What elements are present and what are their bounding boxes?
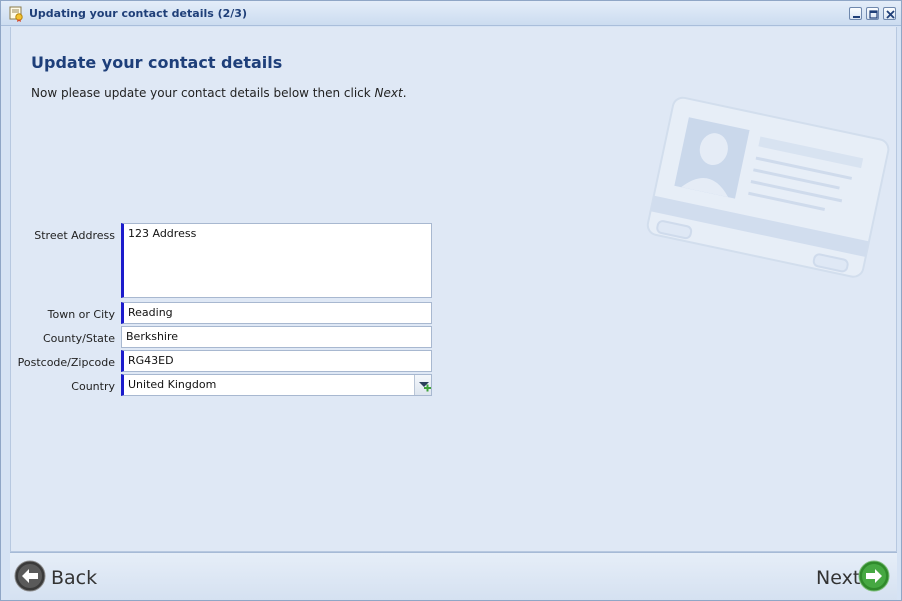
contact-card-illustration: [646, 96, 890, 278]
wizard-content: Update your contact details Now please u…: [10, 27, 897, 552]
country-dropdown-button[interactable]: [414, 375, 431, 395]
instruction-suffix: .: [402, 86, 407, 100]
title-bar[interactable]: Updating your contact details (2/3): [1, 1, 901, 26]
country-value: United Kingdom: [128, 378, 217, 391]
country-select[interactable]: United Kingdom: [121, 374, 432, 396]
town-label: Town or City: [47, 308, 115, 321]
instruction-next-word: Next: [374, 86, 403, 100]
close-button[interactable]: [883, 7, 896, 20]
wizard-footer: Back Next: [10, 552, 897, 600]
street-address-field[interactable]: 123 Address: [121, 223, 432, 298]
next-arrow-icon: [858, 560, 890, 592]
county-field[interactable]: Berkshire: [121, 326, 432, 348]
certificate-icon: [9, 6, 24, 22]
minimize-button[interactable]: [849, 7, 862, 20]
dropdown-add-icon: [419, 382, 431, 392]
maximize-icon: [869, 10, 878, 19]
postcode-field[interactable]: RG43ED: [121, 350, 432, 372]
close-icon: [886, 10, 895, 19]
county-label: County/State: [43, 332, 115, 345]
instruction-prefix: Now please update your contact details b…: [31, 86, 375, 100]
next-button[interactable]: Next: [810, 560, 892, 594]
maximize-button[interactable]: [866, 7, 879, 20]
back-arrow-icon: [14, 560, 46, 592]
window-title: Updating your contact details (2/3): [29, 7, 247, 20]
minimize-icon: [853, 16, 860, 18]
instruction-text: Now please update your contact details b…: [31, 86, 407, 100]
street-address-label: Street Address: [34, 229, 115, 242]
postcode-label: Postcode/Zipcode: [17, 356, 115, 369]
wizard-window: Updating your contact details (2/3) Upda…: [0, 0, 902, 601]
page-title: Update your contact details: [31, 53, 283, 72]
back-label: Back: [51, 567, 98, 589]
next-label: Next: [816, 567, 861, 589]
country-label: Country: [71, 380, 115, 393]
town-field[interactable]: Reading: [121, 302, 432, 324]
back-button[interactable]: Back: [14, 560, 104, 594]
